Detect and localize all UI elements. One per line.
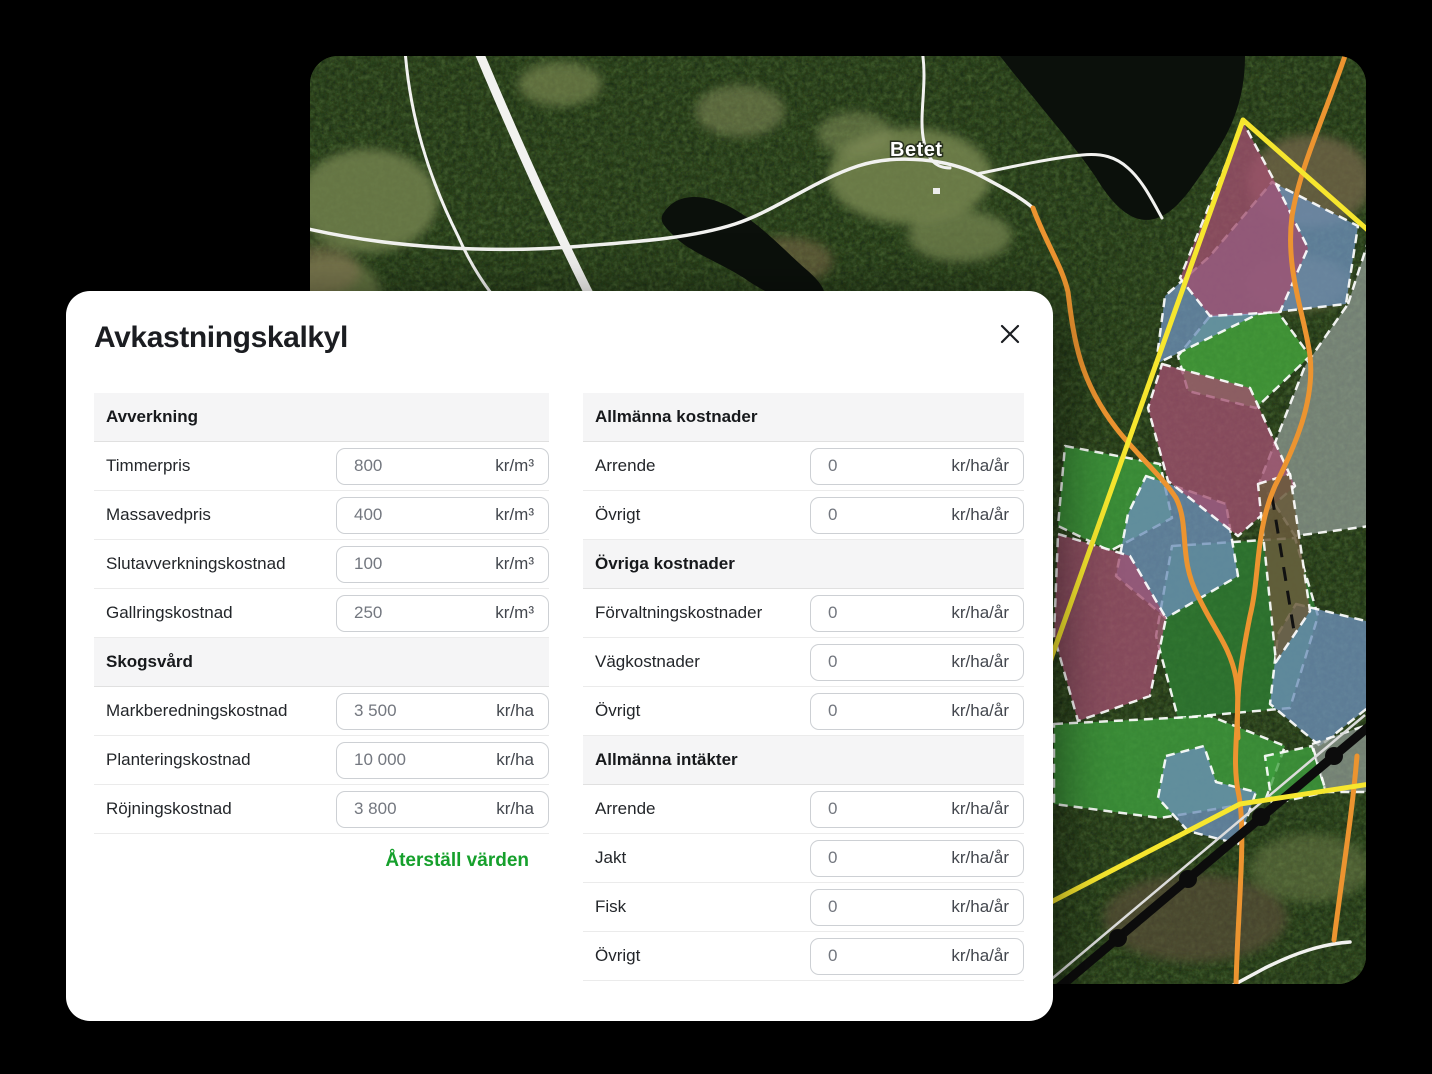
input-value: 800	[354, 456, 382, 476]
input-unit: kr/ha/år	[951, 603, 1009, 623]
section-header: Allmänna kostnader	[583, 393, 1024, 442]
field-row: Markberedningskostnad 3 500 kr/ha	[94, 687, 549, 736]
input-unit: kr/ha/år	[951, 701, 1009, 721]
section-header: Övriga kostnader	[583, 540, 1024, 589]
field-row: Övrigt 0 kr/ha/år	[583, 491, 1024, 540]
field-row: Gallringskostnad 250 kr/m³	[94, 589, 549, 638]
input-value: 0	[828, 946, 837, 966]
input-value: 100	[354, 554, 382, 574]
field-label: Arrende	[595, 799, 655, 819]
calc-left-column: AvverkningTimmerpris800kr/m³Massavedpris…	[94, 393, 549, 981]
field-row: Arrende 0 kr/ha/år	[583, 442, 1024, 491]
field-row: Övrigt 0 kr/ha/år	[583, 687, 1024, 736]
input-value: 0	[828, 897, 837, 917]
field-row: Planteringskostnad 10 000 kr/ha	[94, 736, 549, 785]
input-unit: kr/ha/år	[951, 897, 1009, 917]
field-label: Timmerpris	[106, 456, 190, 476]
input-unit: kr/ha	[496, 799, 534, 819]
section-header: Skogsvård	[94, 638, 549, 687]
field-row: Massavedpris 400 kr/m³	[94, 491, 549, 540]
field-row: Arrende 0 kr/ha/år	[583, 785, 1024, 834]
yield-calculation-modal: Avkastningskalkyl Avverkning Timmerpris 80…	[66, 291, 1053, 1021]
input-unit: kr/ha/år	[951, 652, 1009, 672]
field-label: Övrigt	[595, 505, 640, 525]
value-input[interactable]: 0 kr/ha/år	[810, 644, 1024, 681]
value-input[interactable]: 800 kr/m³	[336, 448, 549, 485]
value-input[interactable]: 250 kr/m³	[336, 595, 549, 632]
value-input[interactable]: 3 800 kr/ha	[336, 791, 549, 828]
field-label: Massavedpris	[106, 505, 211, 525]
input-unit: kr/ha	[496, 750, 534, 770]
input-value: 0	[828, 652, 837, 672]
value-input[interactable]: 0 kr/ha/år	[810, 889, 1024, 926]
field-label: Övrigt	[595, 946, 640, 966]
field-label: Fisk	[595, 897, 626, 917]
building	[933, 188, 940, 194]
section-header: Avverkning	[94, 393, 549, 442]
input-value: 0	[828, 799, 837, 819]
modal-title: Avkastningskalkyl	[94, 321, 1024, 355]
value-input[interactable]: 0 kr/ha/år	[810, 595, 1024, 632]
close-button[interactable]	[995, 319, 1025, 349]
field-row: Röjningskostnad 3 800 kr/ha	[94, 785, 549, 834]
close-icon	[998, 322, 1022, 346]
value-input[interactable]: 0 kr/ha/år	[810, 497, 1024, 534]
input-value: 0	[828, 848, 837, 868]
value-input[interactable]: 10 000 kr/ha	[336, 742, 549, 779]
section-header: Allmänna intäkter	[583, 736, 1024, 785]
reset-row: Återställ värden	[94, 834, 549, 888]
value-input[interactable]: 0 kr/ha/år	[810, 840, 1024, 877]
value-input[interactable]: 100 kr/m³	[336, 546, 549, 583]
field-row: Timmerpris 800 kr/m³	[94, 442, 549, 491]
field-row: Jakt 0 kr/ha/år	[583, 834, 1024, 883]
field-row: Vägkostnader 0 kr/ha/år	[583, 638, 1024, 687]
field-row: Slutavverkningskostnad 100 kr/m³	[94, 540, 549, 589]
field-label: Markberedningskostnad	[106, 701, 287, 721]
field-row: Fisk 0 kr/ha/år	[583, 883, 1024, 932]
input-unit: kr/ha/år	[951, 456, 1009, 476]
field-label: Gallringskostnad	[106, 603, 233, 623]
field-label: Jakt	[595, 848, 626, 868]
input-unit: kr/m³	[495, 505, 534, 525]
input-value: 0	[828, 701, 837, 721]
calculator-columns: AvverkningTimmerpris800kr/m³Massavedpris…	[94, 393, 1024, 981]
place-label: Betet	[890, 139, 943, 161]
input-unit: kr/m³	[495, 456, 534, 476]
input-unit: kr/m³	[495, 603, 534, 623]
field-label: Förvaltningskostnader	[595, 603, 762, 623]
input-unit: kr/ha/år	[951, 505, 1009, 525]
input-value: 10 000	[354, 750, 406, 770]
input-value: 400	[354, 505, 382, 525]
input-value: 0	[828, 603, 837, 623]
input-unit: kr/ha/år	[951, 799, 1009, 819]
value-input[interactable]: 3 500 kr/ha	[336, 693, 549, 730]
input-value: 0	[828, 505, 837, 525]
input-unit: kr/ha/år	[951, 946, 1009, 966]
input-value: 3 800	[354, 799, 397, 819]
field-row: Övrigt 0 kr/ha/år	[583, 932, 1024, 981]
value-input[interactable]: 0 kr/ha/år	[810, 791, 1024, 828]
field-label: Övrigt	[595, 701, 640, 721]
input-value: 0	[828, 456, 837, 476]
input-unit: kr/m³	[495, 554, 534, 574]
value-input[interactable]: 0 kr/ha/år	[810, 693, 1024, 730]
field-label: Arrende	[595, 456, 655, 476]
input-value: 3 500	[354, 701, 397, 721]
value-input[interactable]: 0 kr/ha/år	[810, 448, 1024, 485]
field-label: Planteringskostnad	[106, 750, 251, 770]
value-input[interactable]: 0 kr/ha/år	[810, 938, 1024, 975]
field-label: Röjningskostnad	[106, 799, 232, 819]
reset-values-link[interactable]: Återställ värden	[385, 850, 529, 872]
field-row: Förvaltningskostnader 0 kr/ha/år	[583, 589, 1024, 638]
input-unit: kr/ha/år	[951, 848, 1009, 868]
field-label: Slutavverkningskostnad	[106, 554, 286, 574]
value-input[interactable]: 400 kr/m³	[336, 497, 549, 534]
input-unit: kr/ha	[496, 701, 534, 721]
calc-right-column: Allmänna kostnaderArrende0kr/ha/årÖvrigt…	[583, 393, 1024, 981]
input-value: 250	[354, 603, 382, 623]
field-label: Vägkostnader	[595, 652, 700, 672]
